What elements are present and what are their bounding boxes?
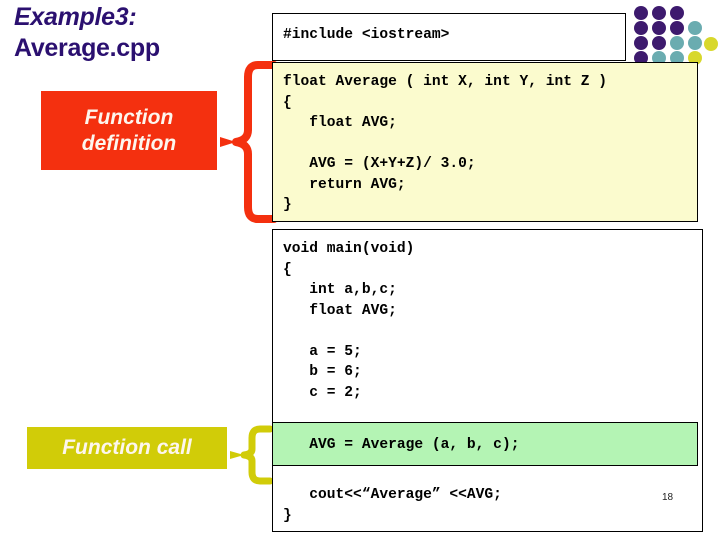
- code-line: c = 2;: [283, 384, 362, 401]
- function-definition-brace-icon: [220, 61, 278, 223]
- function-call-label: Function call: [27, 427, 227, 469]
- code-line: void main(void): [283, 241, 415, 257]
- decorative-dot: [634, 6, 648, 20]
- code-line: cout<<“Average” <<AVG;: [283, 487, 502, 503]
- code-line: }: [283, 197, 292, 213]
- decorative-dot: [670, 36, 684, 50]
- code-block-main: void main(void) { int a,b,c; float AVG; a…: [272, 229, 703, 532]
- decorative-dot: [688, 21, 702, 35]
- function-definition-label-line-1: Function: [84, 105, 174, 129]
- code-line: {: [283, 94, 292, 111]
- function-call-brace-icon: [230, 425, 274, 485]
- decorative-dot: [634, 36, 648, 50]
- decorative-dot: [670, 6, 684, 20]
- code-block-include: #include <iostream>: [272, 13, 626, 61]
- code-line: }: [283, 507, 292, 524]
- code-line: #include <iostream>: [283, 27, 450, 43]
- page-number: 18: [662, 492, 674, 503]
- code-line: float AVG;: [283, 302, 397, 319]
- code-block-function-call-highlight: AVG = Average (a, b, c);: [272, 422, 698, 466]
- function-definition-label: Function definition: [41, 91, 217, 170]
- code-line: a = 5;: [283, 343, 362, 360]
- decorative-dot: [652, 21, 666, 35]
- code-line: float AVG;: [283, 115, 397, 131]
- page-title-line-1: Example3:: [14, 3, 137, 31]
- code-block-function-definition: float Average ( int X, int Y, int Z ) { f…: [272, 62, 698, 222]
- code-line: float Average ( int X, int Y, int Z ): [283, 74, 608, 90]
- decorative-dot: [670, 21, 684, 35]
- code-line: AVG = (X+Y+Z)/ 3.0;: [283, 156, 476, 172]
- code-line: AVG = Average (a, b, c);: [283, 437, 520, 453]
- decorative-dot: [652, 36, 666, 50]
- function-definition-label-line-2: definition: [81, 131, 177, 155]
- code-line: {: [283, 261, 292, 278]
- code-line: b = 6;: [283, 364, 362, 380]
- decorative-dot: [704, 37, 718, 51]
- decorative-dot: [688, 36, 702, 50]
- code-line: int a,b,c;: [283, 282, 397, 298]
- page-title: Example3: Average.cpp: [14, 2, 264, 64]
- decorative-dot: [634, 21, 648, 35]
- code-line: return AVG;: [283, 176, 406, 193]
- decorative-dot-grid: [624, 6, 718, 68]
- function-call-label-text: Function call: [62, 436, 192, 459]
- decorative-dot: [652, 6, 666, 20]
